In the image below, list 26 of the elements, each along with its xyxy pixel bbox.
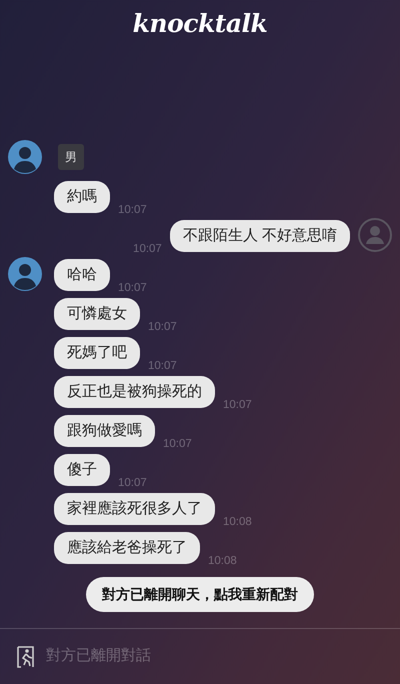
- message-bubble: 哈哈: [54, 259, 110, 291]
- gender-tag: 男: [58, 144, 84, 170]
- message-bubble: 應該給老爸操死了: [54, 532, 200, 564]
- message-bubble: 不跟陌生人 不好意思唷: [170, 220, 350, 252]
- message-bubble: 跟狗做愛嗎: [54, 415, 155, 447]
- exit-icon[interactable]: [16, 646, 36, 668]
- avatar-icon[interactable]: [8, 257, 42, 291]
- message-time: 10:07: [223, 398, 252, 413]
- message-time: 10:08: [223, 514, 252, 530]
- rematch-button[interactable]: 對方已離開聊天，點我重新配對: [86, 577, 314, 612]
- avatar-icon[interactable]: [8, 140, 42, 174]
- message-time: 10:07: [163, 436, 192, 452]
- message-bubble: 家裡應該死很多人了: [54, 493, 215, 525]
- app-title: knocktalk: [132, 8, 268, 40]
- message-time: 10:07: [118, 476, 147, 491]
- message-time: 10:07: [118, 202, 147, 218]
- message-bubble: 反正也是被狗操死的: [54, 376, 215, 408]
- message-time: 10:07: [133, 242, 162, 257]
- message-time: 10:07: [118, 280, 147, 296]
- message-time: 10:07: [148, 358, 177, 374]
- message-bubble: 死媽了吧: [54, 337, 140, 369]
- message-time: 10:08: [208, 554, 237, 569]
- message-bubble: 傻子: [54, 454, 110, 486]
- message-time: 10:07: [148, 320, 177, 335]
- message-bubble: 可憐處女: [54, 298, 140, 330]
- message-bubble: 約嗎: [54, 181, 110, 213]
